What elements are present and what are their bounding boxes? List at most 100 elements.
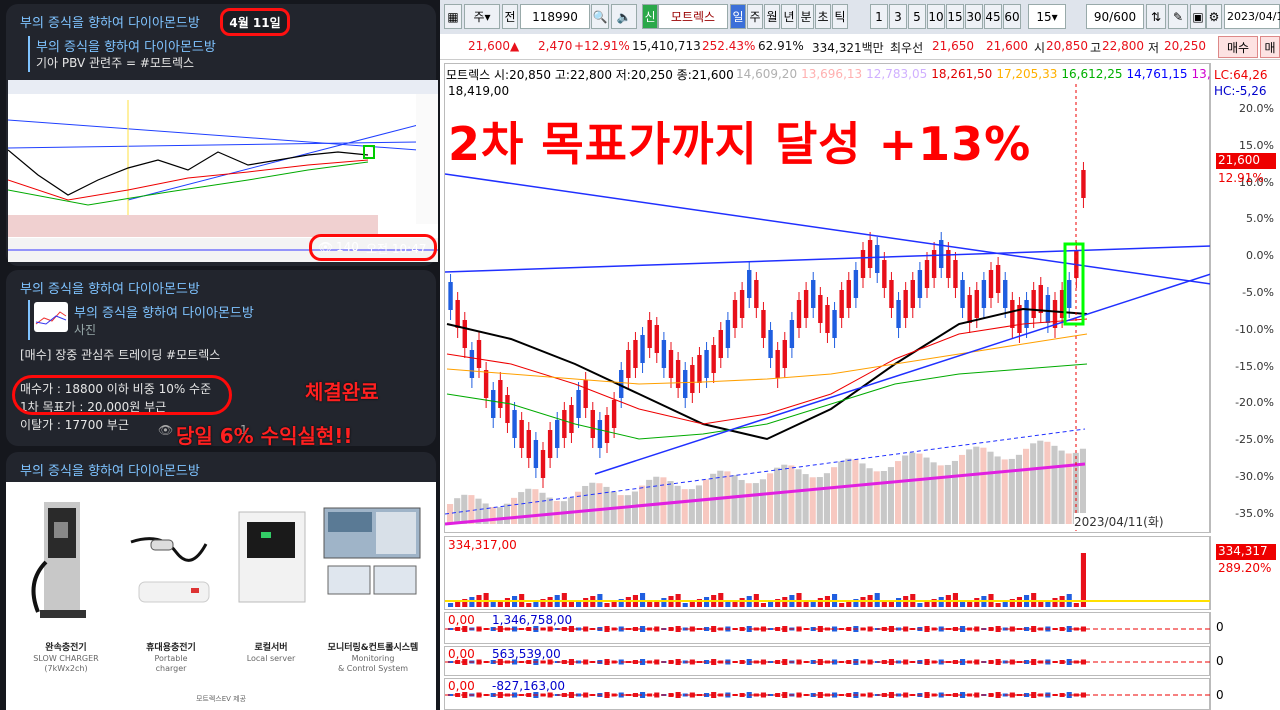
search-icon[interactable]: 🔍 [591,4,609,29]
date-field[interactable]: 2023/04/1 [1224,4,1280,29]
save-icon[interactable]: ▣ [1190,4,1206,29]
local-server-graphic [238,511,306,603]
profile-bar [767,473,774,524]
low-value-label: 18,419,00 [448,84,510,98]
candle-body [825,305,830,333]
draw-icon[interactable]: ✎ [1168,4,1188,29]
chart-menu-icon[interactable]: ▦ [444,4,462,29]
profile-bar [759,479,766,524]
eye-icon: 👁 [318,240,334,254]
gear-icon[interactable]: ⚙ [1206,4,1222,29]
volume-panel[interactable] [444,536,1211,610]
candle-body [661,340,667,368]
volume-bar [917,603,923,607]
volume-bar [739,598,745,607]
period-1[interactable]: 주 [747,4,763,29]
period-0[interactable]: 일 [730,4,746,29]
interval-5[interactable]: 30 [965,4,983,29]
profile-bar [489,506,496,524]
profile-bar [454,498,461,524]
candle-body [626,350,631,378]
candle-body [747,270,752,298]
more-button[interactable]: 매 [1260,36,1280,58]
volume-tag: 334,317 [1216,544,1276,560]
photo-label: 사진 [74,323,97,337]
candle-body [725,320,731,348]
period-6[interactable]: 틱 [832,4,848,29]
candle-body [1003,280,1008,308]
candle-body [1038,285,1043,313]
volume-bar [604,603,610,607]
channel-name[interactable]: 부의 증식을 향하여 다이아몬드방 [20,12,200,31]
photo-thumbnail[interactable] [34,302,68,332]
volume-bar [661,598,667,607]
forwarded-channel[interactable]: 부의 증식을 향하여 다이아몬드방 [74,302,254,321]
profile-bar [937,465,944,524]
pct-tick: -10.0% [1235,322,1274,336]
volume-bar [881,602,887,607]
buy-button[interactable]: 매수 [1218,36,1258,58]
interval-4[interactable]: 15 [946,4,964,29]
interval-2[interactable]: 5 [908,4,926,29]
bar-count-total: /600 [1109,9,1137,24]
product-name: 모니터링&컨트롤시스템 [327,643,419,653]
stock-code-input[interactable]: 118990 [520,4,590,29]
ind3-zero-tick: 0 [1216,688,1224,702]
interval-6[interactable]: 45 [984,4,1002,29]
pct-tick: -30.0% [1235,470,1274,483]
interval-select[interactable]: 15 ▾ [1028,4,1066,29]
volume-bar [725,602,731,607]
interval-1[interactable]: 3 [889,4,907,29]
bar-count-input[interactable]: 90/600 [1086,4,1144,29]
candle-body [611,400,617,428]
profile-bar [1037,440,1044,524]
channel-name[interactable]: 부의 증식을 향하여 다이아몬드방 [20,460,200,479]
candle-body [711,345,716,373]
period-4[interactable]: 분 [798,4,814,29]
profile-bar [703,479,710,524]
portable-charger-graphic [130,537,210,603]
message-time: 오전 10:47 [366,242,427,256]
period-3[interactable]: 년 [781,4,797,29]
profile-bar [1023,448,1030,524]
all-toggle[interactable]: 전 [502,4,518,29]
candle-body [569,405,574,433]
candle-body [491,390,496,418]
candle-body [739,290,745,318]
candle-body [882,260,887,288]
profile-bar [859,463,866,524]
profile-bar [525,488,532,524]
speaker-icon[interactable]: 🔈 [611,4,637,29]
candle-body [505,395,510,423]
scale-icon[interactable]: ⇅ [1146,4,1166,29]
profile-bar [852,459,859,524]
period-5[interactable]: 초 [815,4,831,29]
candle-body [839,290,844,318]
profile-bar [887,467,894,524]
profile-bar [838,461,845,524]
interval-3[interactable]: 10 [927,4,945,29]
candle-body [768,330,773,358]
message-card-3[interactable]: 부의 증식을 향하여 다이아몬드방 완속충전기 SLOW CHARGER (7k… [6,452,436,710]
pct-tick: 15.0% [1239,138,1274,152]
product-image[interactable]: 완속충전기 SLOW CHARGER (7kWx2ch) 휴대용충전기 Port… [6,482,436,710]
volume-bar [448,603,454,607]
interval-0[interactable]: 1 [870,4,888,29]
candle-body [690,365,695,393]
interval-7[interactable]: 60 [1003,4,1021,29]
candle-body [555,420,560,448]
channel-name[interactable]: 부의 증식을 향하여 다이아몬드방 [20,278,200,297]
open-label: 시 [1034,41,1046,55]
profile-bar [802,474,809,524]
stock-name-field[interactable]: 모트렉스 [658,4,728,29]
ind1-zero: 0,00 [448,613,475,627]
profile-bar [973,446,980,524]
profile-bar [539,492,546,524]
forwarded-channel[interactable]: 부의 증식을 향하여 다이아몬드방 [36,36,216,55]
period-2[interactable]: 월 [764,4,780,29]
profile-bar [660,477,667,524]
profile-bar [823,473,830,524]
market-select[interactable]: 주 ▾ [464,4,500,29]
photo-thumbnail-graphic [35,311,67,325]
best-bid-1: 21,650 [932,39,974,53]
